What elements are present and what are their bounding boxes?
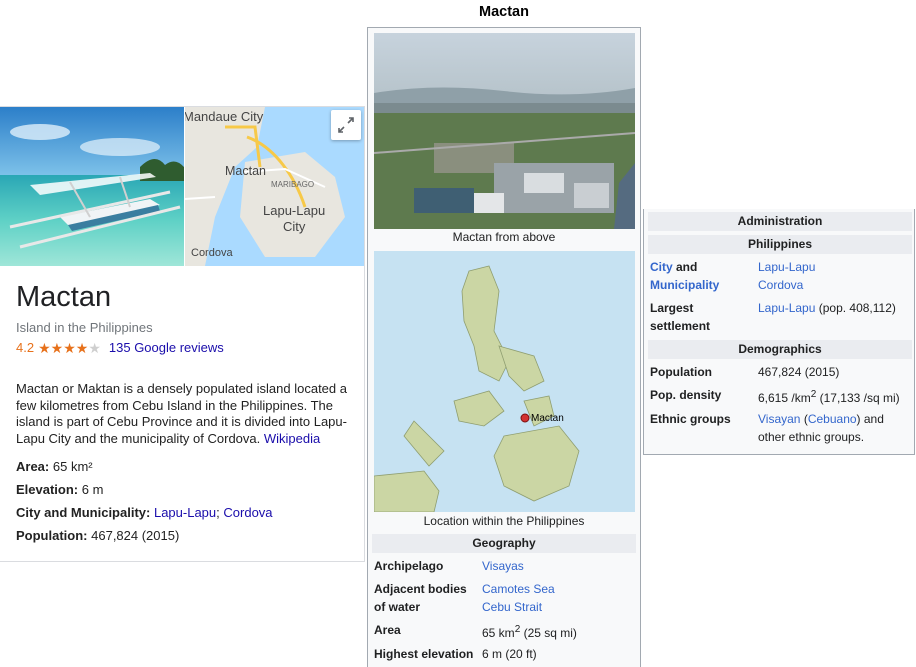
section-header-administration: Administration bbox=[648, 212, 912, 231]
fact-label: Elevation: bbox=[16, 482, 79, 497]
row-label-line1: Adjacent bodies bbox=[374, 582, 467, 596]
density-mi: (17,133 /sq mi) bbox=[816, 391, 900, 405]
row-value: 65 km2 (25 sq mi) bbox=[482, 621, 632, 642]
fact-label: Area: bbox=[16, 459, 50, 474]
row-ethnic-groups: Ethnic groups Visayan (Cebuano) and other… bbox=[650, 410, 912, 446]
row-label: Archipelago bbox=[374, 559, 444, 573]
expand-icon bbox=[338, 117, 354, 133]
map-label-lapulapu: Lapu-Lapu bbox=[263, 203, 325, 218]
cordova-link[interactable]: Cordova bbox=[758, 278, 803, 292]
star-empty-icon: ★ bbox=[88, 339, 101, 356]
infobox: Mactan from above Mactan Location within… bbox=[367, 27, 641, 667]
rating-row: 4.2 ★ ★ ★ ★ ★ 135 Google reviews bbox=[16, 340, 352, 355]
star-icon: ★ bbox=[50, 339, 64, 356]
star-icon: ★ bbox=[75, 339, 89, 356]
row-label-line2: of water bbox=[374, 600, 421, 614]
map-label-mactan: Mactan bbox=[225, 164, 266, 178]
row-label: Population bbox=[650, 365, 712, 379]
wikipedia-link[interactable]: Wikipedia bbox=[264, 431, 320, 446]
boat-photo[interactable] bbox=[0, 107, 184, 266]
fact-city: City and Municipality: Lapu-Lapu; Cordov… bbox=[16, 505, 273, 528]
visayan-link[interactable]: Visayan bbox=[758, 412, 800, 426]
fact-value: 6 m bbox=[81, 482, 104, 497]
knowledge-panel: Mandaue City Mactan MARIBAGO Lapu-Lapu C… bbox=[0, 106, 365, 562]
and-text: and bbox=[672, 260, 698, 274]
map-label-city: City bbox=[283, 219, 306, 234]
rating-value: 4.2 bbox=[16, 340, 35, 355]
caption-aerial: Mactan from above bbox=[452, 230, 556, 244]
fact-label: City and Municipality: bbox=[16, 505, 151, 520]
rating-stars: ★ ★ ★ ★ ★ bbox=[38, 341, 101, 355]
row-value: 6,615 /km2 (17,133 /sq mi) bbox=[758, 386, 908, 407]
map-label-mandaue: Mandaue City bbox=[185, 109, 264, 124]
row-value: Visayan (Cebuano) and other ethnic groups… bbox=[758, 410, 908, 446]
city-link[interactable]: City bbox=[650, 260, 673, 274]
cebu-strait-link[interactable]: Cebu Strait bbox=[482, 600, 542, 614]
location-map-philippines[interactable]: Mactan bbox=[374, 251, 635, 512]
caption-location: Location within the Philippines bbox=[423, 514, 585, 528]
row-value: 6 m (20 ft) bbox=[482, 647, 537, 661]
section-header-geography: Geography bbox=[372, 534, 636, 553]
row-label: Highest elevation bbox=[374, 647, 474, 661]
row-label: Largest settlement bbox=[650, 299, 758, 335]
kp-header: Mactan Island in the Philippines 4.2 ★ ★… bbox=[16, 279, 352, 355]
map-label-maribago: MARIBAGO bbox=[271, 180, 314, 189]
boat-photo-image bbox=[0, 107, 184, 266]
camotes-sea-link[interactable]: Camotes Sea bbox=[482, 582, 555, 596]
row-label: Adjacent bodies of water bbox=[374, 580, 482, 616]
star-icon: ★ bbox=[38, 339, 51, 356]
entity-title: Mactan bbox=[16, 281, 112, 313]
fact-separator: ; bbox=[216, 505, 220, 520]
row-label-line1: Largest bbox=[650, 301, 694, 315]
row-label: Pop. density bbox=[650, 388, 722, 402]
infobox-admin-section: Administration Philippines City and Muni… bbox=[643, 209, 915, 455]
fact-value: 65 km² bbox=[52, 459, 93, 474]
row-value: Lapu-Lapu (pop. 408,112) bbox=[758, 299, 908, 317]
row-value: Lapu-Lapu Cordova bbox=[758, 258, 908, 294]
row-city-municipality: City and Municipality Lapu-Lapu Cordova bbox=[650, 258, 912, 294]
row-value: 467,824 (2015) bbox=[758, 365, 840, 379]
area-mi: (25 sq mi) bbox=[520, 626, 577, 640]
ethnic-rest: other ethnic groups. bbox=[758, 430, 865, 444]
expand-map-button[interactable] bbox=[331, 110, 361, 140]
row-largest-settlement: Largest settlement Lapu-Lapu (pop. 408,1… bbox=[650, 299, 912, 335]
location-map[interactable]: Mandaue City Mactan MARIBAGO Lapu-Lapu C… bbox=[185, 107, 364, 266]
cordova-link[interactable]: Cordova bbox=[223, 505, 272, 520]
row-label: Ethnic groups bbox=[650, 412, 731, 426]
lapu-lapu-city-link[interactable]: Lapu-Lapu bbox=[758, 260, 815, 274]
infobox-title: Mactan bbox=[479, 4, 529, 20]
fact-elevation: Elevation: 6 m bbox=[16, 482, 273, 505]
philippines-map-image: Mactan bbox=[374, 251, 635, 512]
entity-description: Mactan or Maktan is a densely populated … bbox=[16, 381, 351, 447]
fact-list: Area: 65 km² Elevation: 6 m City and Mun… bbox=[16, 459, 273, 551]
star-icon: ★ bbox=[63, 339, 76, 356]
paren-open: ( bbox=[800, 412, 808, 426]
aerial-photo-image bbox=[374, 33, 635, 229]
largest-population: (pop. 408,112) bbox=[815, 301, 896, 315]
entity-subtitle: Island in the Philippines bbox=[16, 320, 153, 335]
reviews-link[interactable]: 135 Google reviews bbox=[109, 340, 224, 355]
area-km: 65 km bbox=[482, 626, 515, 640]
row-adjacent-water: Adjacent bodies of water Camotes Sea Ceb… bbox=[374, 580, 636, 616]
paren-close: ) and bbox=[856, 412, 884, 426]
fact-label: Population: bbox=[16, 528, 88, 543]
visayas-link[interactable]: Visayas bbox=[482, 557, 632, 575]
row-value: Camotes Sea Cebu Strait bbox=[482, 580, 632, 616]
section-header-demographics: Demographics bbox=[648, 340, 912, 359]
fact-value: 467,824 (2015) bbox=[91, 528, 180, 543]
largest-settlement-link[interactable]: Lapu-Lapu bbox=[758, 301, 815, 315]
map-label-cordova: Cordova bbox=[191, 247, 233, 259]
fact-area: Area: 65 km² bbox=[16, 459, 273, 482]
density-km: 6,615 /km bbox=[758, 391, 811, 405]
cebuano-link[interactable]: Cebuano bbox=[808, 412, 857, 426]
aerial-photo[interactable] bbox=[374, 33, 635, 229]
lapu-lapu-link[interactable]: Lapu-Lapu bbox=[154, 505, 216, 520]
section-header-country: Philippines bbox=[648, 235, 912, 254]
row-label: Area bbox=[374, 623, 401, 637]
row-label: City and Municipality bbox=[650, 258, 758, 294]
municipality-link[interactable]: Municipality bbox=[650, 278, 719, 292]
fact-population: Population: 467,824 (2015) bbox=[16, 528, 273, 551]
row-label-line2: settlement bbox=[650, 319, 711, 333]
map-marker-label: Mactan bbox=[531, 413, 564, 424]
